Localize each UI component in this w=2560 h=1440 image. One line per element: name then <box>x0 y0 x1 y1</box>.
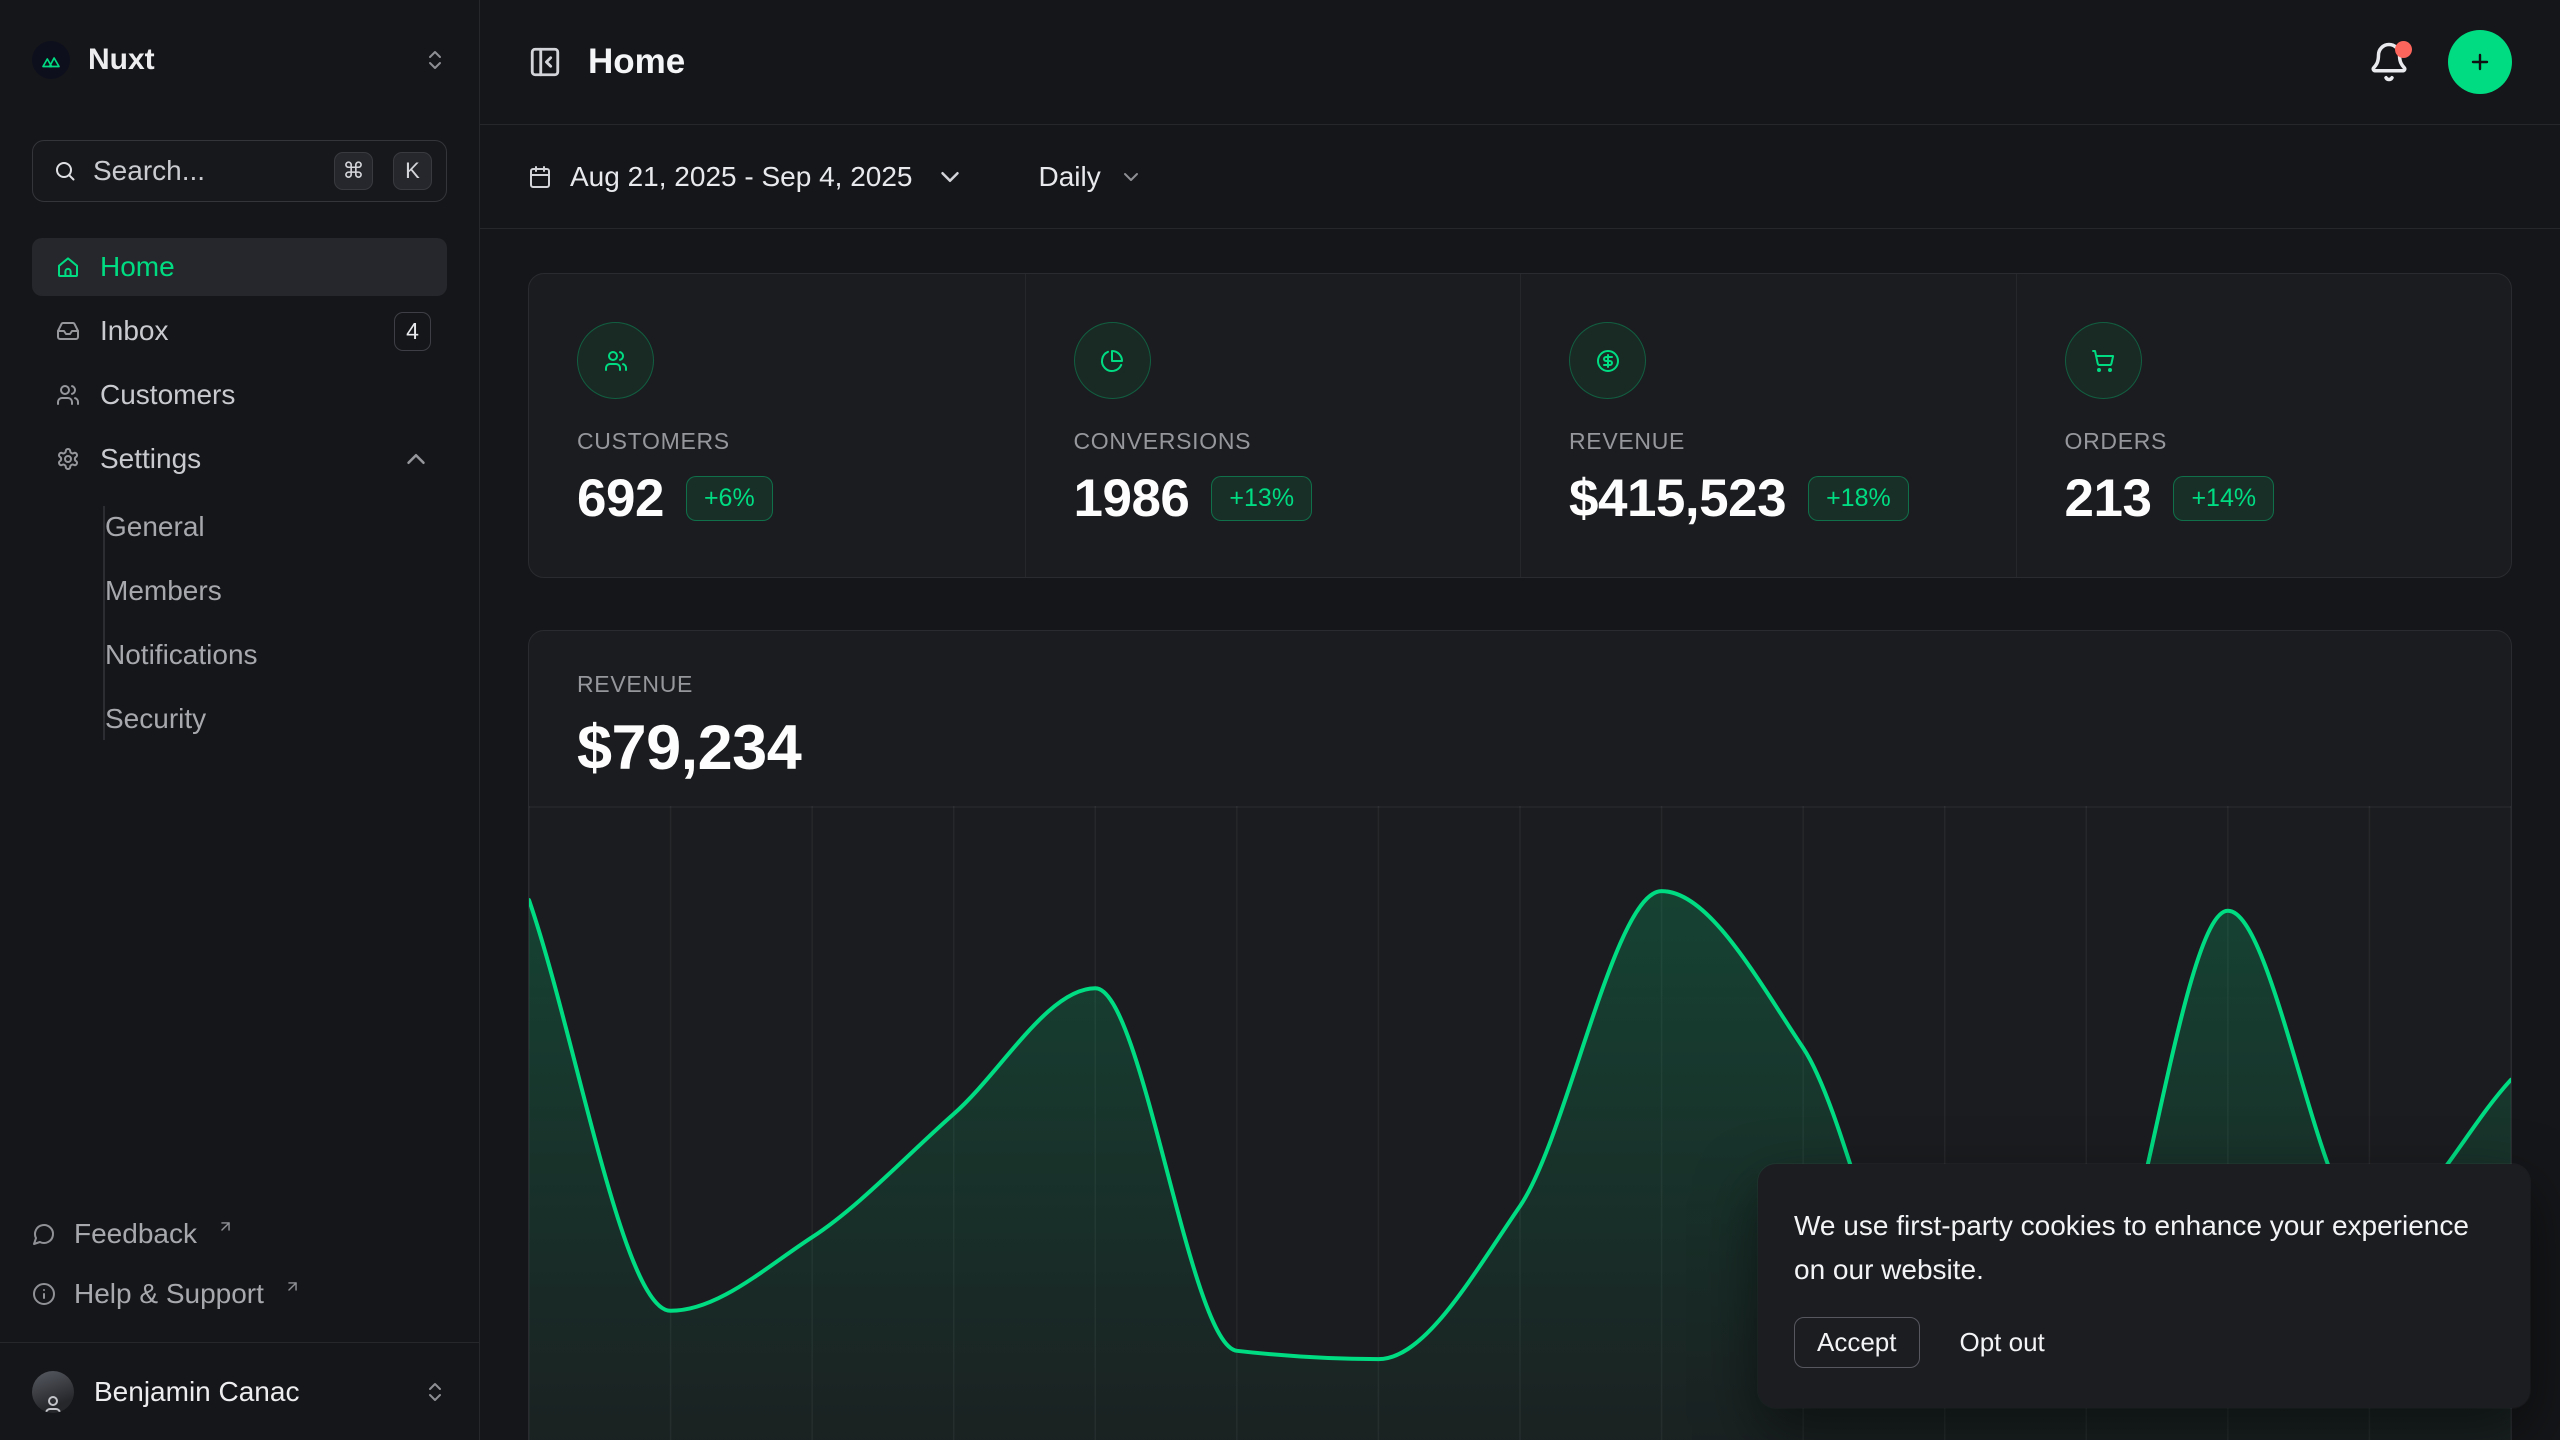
stat-revenue[interactable]: REVENUE $415,523 +18% <box>1520 274 2016 577</box>
cookie-message: We use first-party cookies to enhance yo… <box>1794 1204 2494 1291</box>
home-icon <box>56 255 80 279</box>
collapse-sidebar-button[interactable] <box>528 45 562 79</box>
shopping-cart-icon <box>2091 349 2115 373</box>
top-header: Home <box>480 0 2560 125</box>
sidebar-item-customers[interactable]: Customers <box>32 366 447 424</box>
stat-value: 1986 <box>1074 468 1190 529</box>
stat-value: 692 <box>577 468 664 529</box>
stat-delta-badge: +6% <box>686 476 773 521</box>
revenue-chart-total: $79,234 <box>577 712 2463 784</box>
stat-icon-badge <box>1569 322 1646 399</box>
workspace-name: Nuxt <box>88 43 155 77</box>
search-icon <box>53 159 77 183</box>
sidebar-item-members[interactable]: Members <box>105 562 447 620</box>
stat-orders[interactable]: ORDERS 213 +14% <box>2016 274 2512 577</box>
stat-delta-badge: +13% <box>1211 476 1312 521</box>
settings-subnav: General Members Notifications Security <box>32 498 447 748</box>
sidebar-item-label: Customers <box>100 379 235 411</box>
external-link-icon <box>284 1278 301 1295</box>
inbox-icon <box>56 319 80 343</box>
stat-delta-badge: +14% <box>2173 476 2274 521</box>
filters-toolbar: Aug 21, 2025 - Sep 4, 2025 Daily <box>480 125 2560 229</box>
notification-dot <box>2395 41 2412 58</box>
help-support-label: Help & Support <box>74 1278 264 1310</box>
stat-conversions[interactable]: CONVERSIONS 1986 +13% <box>1025 274 1521 577</box>
gear-icon <box>56 447 80 471</box>
accept-cookies-button[interactable]: Accept <box>1794 1317 1920 1368</box>
kbd-k: K <box>393 152 432 190</box>
sidebar-item-general[interactable]: General <box>105 498 447 556</box>
inbox-count-badge: 4 <box>394 312 431 351</box>
info-circle-icon <box>32 1282 56 1306</box>
users-icon <box>56 383 80 407</box>
stat-icon-badge <box>1074 322 1151 399</box>
sidebar-nav: Home Inbox 4 Customers Settings General … <box>32 238 447 748</box>
stat-delta-badge: +18% <box>1808 476 1909 521</box>
add-button[interactable] <box>2448 30 2512 94</box>
page-title: Home <box>588 42 685 82</box>
stat-label: CONVERSIONS <box>1074 428 1473 455</box>
stat-icon-badge <box>577 322 654 399</box>
revenue-chart-header: REVENUE $79,234 <box>529 631 2511 784</box>
chevrons-up-down-icon <box>423 48 447 72</box>
chevron-down-icon <box>935 162 965 192</box>
stat-icon-badge <box>2065 322 2142 399</box>
user-name: Benjamin Canac <box>94 1376 299 1408</box>
kbd-cmd: ⌘ <box>334 152 373 190</box>
header-actions <box>2368 30 2512 94</box>
stat-value: 213 <box>2065 468 2152 529</box>
stat-customers[interactable]: CUSTOMERS 692 +6% <box>529 274 1025 577</box>
external-link-icon <box>217 1218 234 1235</box>
plus-icon <box>2468 50 2492 74</box>
chevron-down-icon <box>1119 165 1143 189</box>
sidebar-footer: Feedback Help & Support <box>32 1208 447 1342</box>
chevrons-up-down-icon <box>423 1380 447 1404</box>
users-icon <box>604 349 628 373</box>
dollar-circle-icon <box>1596 349 1620 373</box>
nuxt-logo-icon <box>32 41 70 79</box>
feedback-label: Feedback <box>74 1218 197 1250</box>
date-range-picker[interactable]: Aug 21, 2025 - Sep 4, 2025 <box>528 161 965 193</box>
sidebar-item-label: Inbox <box>100 315 169 347</box>
stat-label: ORDERS <box>2065 428 2464 455</box>
cookie-banner: We use first-party cookies to enhance yo… <box>1758 1164 2530 1408</box>
feedback-link[interactable]: Feedback <box>32 1208 447 1260</box>
stat-label: REVENUE <box>1569 428 1968 455</box>
notifications-button[interactable] <box>2368 41 2410 83</box>
stat-value: $415,523 <box>1569 468 1786 529</box>
cookie-actions: Accept Opt out <box>1794 1317 2494 1368</box>
stat-label: CUSTOMERS <box>577 428 977 455</box>
sidebar-item-inbox[interactable]: Inbox 4 <box>32 302 447 360</box>
chevron-up-icon[interactable] <box>401 444 431 474</box>
period-select[interactable]: Daily <box>1039 161 1143 193</box>
search-input-wrapper[interactable]: ⌘ K <box>32 140 447 202</box>
optout-cookies-button[interactable]: Opt out <box>1960 1327 2045 1358</box>
message-bubble-icon <box>32 1222 56 1246</box>
user-menu[interactable]: Benjamin Canac <box>32 1343 447 1440</box>
pie-chart-icon <box>1100 349 1124 373</box>
stats-cards: CUSTOMERS 692 +6% CONVERSIONS 1986 +13% … <box>528 273 2512 578</box>
sidebar-item-home[interactable]: Home <box>32 238 447 296</box>
avatar <box>32 1371 74 1413</box>
sidebar: Nuxt ⌘ K Home Inbox 4 Customers Settings… <box>0 0 480 1440</box>
sidebar-item-security[interactable]: Security <box>105 690 447 748</box>
search-input[interactable] <box>93 155 314 187</box>
sidebar-item-label: Settings <box>100 443 201 475</box>
period-label: Daily <box>1039 161 1101 193</box>
date-range-label: Aug 21, 2025 - Sep 4, 2025 <box>570 161 913 193</box>
calendar-icon <box>528 165 552 189</box>
sidebar-item-notifications[interactable]: Notifications <box>105 626 447 684</box>
sidebar-item-label: Home <box>100 251 175 283</box>
revenue-chart-label: REVENUE <box>577 671 2463 698</box>
help-support-link[interactable]: Help & Support <box>32 1268 447 1320</box>
workspace-switcher[interactable]: Nuxt <box>32 34 447 86</box>
sidebar-item-settings[interactable]: Settings <box>32 430 447 488</box>
